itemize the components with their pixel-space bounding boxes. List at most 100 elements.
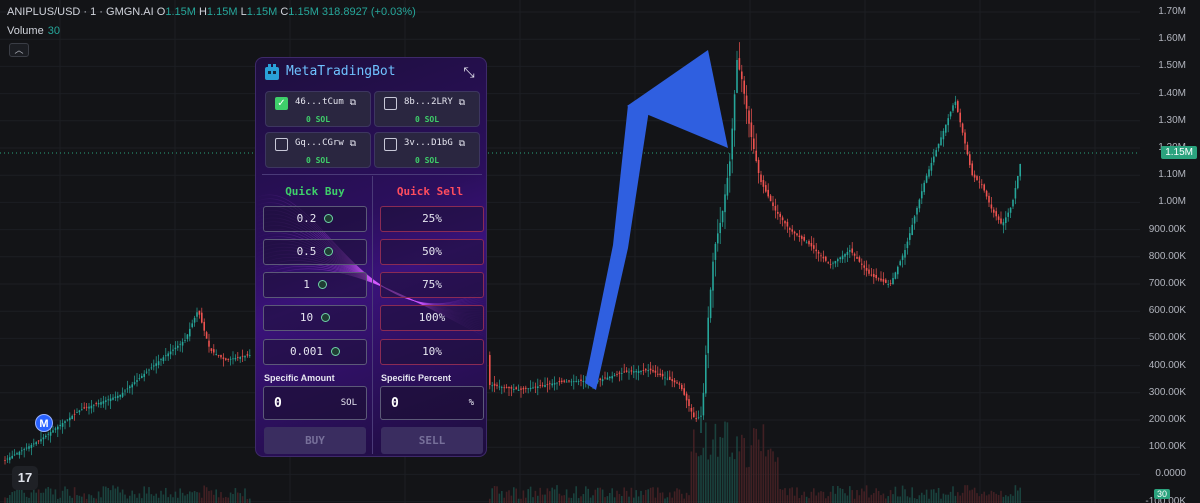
current-price-tag: 1.15M [1161, 146, 1197, 159]
volume-bar [527, 489, 529, 503]
quick-buy-button[interactable]: 1 [263, 272, 367, 298]
volume-bar [21, 489, 23, 503]
candle-body [798, 235, 801, 238]
volume-bar [971, 489, 973, 503]
minimize-button[interactable]: ⤡ [461, 64, 477, 80]
candlestick-chart[interactable] [0, 0, 1200, 503]
candle-body [201, 312, 203, 323]
volume-bar [181, 492, 184, 503]
volume-bar [1012, 495, 1014, 503]
wallet-card[interactable]: 3v...D1bG ⧉ 0 SOL [374, 132, 480, 168]
volume-bar [798, 498, 801, 503]
volume-bar [37, 489, 40, 503]
candle-body [678, 383, 681, 385]
candle-body [822, 256, 825, 259]
marker-badge[interactable]: M [35, 414, 53, 432]
volume-bar [745, 467, 748, 503]
candle-body [493, 383, 496, 386]
volume-bar [688, 495, 690, 503]
specific-percent-input[interactable]: 0 % [380, 386, 484, 420]
specific-amount-input[interactable]: 0 SOL [263, 386, 367, 420]
wallet-checkbox[interactable] [384, 97, 397, 110]
candle-body [937, 143, 940, 149]
tradingview-logo[interactable]: 17 [12, 466, 38, 490]
volume-bar [126, 498, 129, 503]
volume-bar [513, 487, 515, 503]
candle-body [623, 371, 625, 373]
volume-bar [753, 428, 755, 503]
volume-bar [563, 495, 565, 503]
volume-bar [916, 498, 918, 503]
candle-body [496, 384, 498, 387]
candle-body [177, 345, 179, 348]
copy-icon[interactable]: ⧉ [459, 97, 465, 108]
copy-icon[interactable]: ⧉ [350, 138, 356, 149]
volume-bar [945, 494, 947, 503]
volume-bar [234, 488, 237, 503]
wallet-card[interactable]: Gq...CGrw ⧉ 0 SOL [265, 132, 371, 168]
candle-body [724, 194, 726, 213]
quick-sell-button[interactable]: 25% [380, 206, 484, 232]
candle-body [661, 373, 664, 377]
quick-buy-button[interactable]: 0.001 [263, 339, 367, 365]
volume-bar [124, 494, 126, 503]
quick-buy-button[interactable]: 10 [263, 305, 367, 331]
buy-amount: 10 [299, 311, 314, 324]
candle-body [580, 379, 582, 381]
copy-icon[interactable]: ⧉ [350, 97, 356, 108]
candle-body [832, 262, 834, 264]
price-axis-label: 600.00K [1148, 305, 1186, 317]
volume-bar [49, 488, 52, 503]
price-axis-label: 1.50M [1158, 60, 1186, 72]
candle-body [501, 386, 503, 388]
quick-buy-button[interactable]: 0.2 [263, 206, 367, 232]
candle-body [131, 384, 133, 388]
volume-bar [232, 493, 234, 503]
candle-body [6, 458, 9, 460]
price-chart[interactable] [0, 0, 1200, 503]
volume-bar [83, 493, 85, 503]
wallet-card[interactable]: 8b...2LRY ⧉ 0 SOL [374, 91, 480, 127]
volume-bar [186, 494, 189, 503]
candle-body [85, 406, 88, 408]
quick-sell-button[interactable]: 100% [380, 305, 484, 331]
volume-bar [633, 497, 635, 503]
wallet-checkbox[interactable]: ✓ [275, 97, 288, 110]
candle-body [877, 278, 880, 280]
volume-bar [793, 495, 796, 503]
volume-bar [577, 498, 580, 503]
candle-body [949, 111, 952, 117]
volume-bar [630, 487, 633, 503]
wallet-card[interactable]: ✓ 46...tCum ⧉ 0 SOL [265, 91, 371, 127]
candle-body [186, 334, 189, 339]
volume-bar [13, 491, 16, 503]
candle-body [83, 407, 85, 409]
candle-body [918, 199, 921, 209]
candle-body [729, 161, 731, 176]
volume-bar [1005, 495, 1007, 503]
quick-buy-button[interactable]: 0.5 [263, 239, 367, 265]
wallet-checkbox[interactable] [384, 138, 397, 151]
wallet-checkbox[interactable] [275, 138, 288, 151]
sell-button[interactable]: SELL [381, 427, 483, 454]
copy-icon[interactable]: ⧉ [459, 138, 465, 149]
quick-sell-button[interactable]: 50% [380, 239, 484, 265]
quick-sell-button[interactable]: 75% [380, 272, 484, 298]
quick-sell-button[interactable]: 10% [380, 339, 484, 365]
candle-body [762, 180, 765, 187]
volume-bar [599, 487, 601, 503]
volume-bar [42, 492, 45, 503]
candle-body [129, 386, 131, 389]
bot-title: MetaTradingBot [286, 64, 396, 79]
collapse-legend-button[interactable]: ︿ [9, 43, 29, 57]
candle-body [894, 272, 897, 279]
candle-body [813, 245, 815, 249]
price-axis-label: 200.00K [1148, 414, 1186, 425]
volume-bar [1019, 487, 1021, 503]
volume-bar [193, 491, 196, 503]
volume-bar [249, 498, 251, 503]
volume-bar [805, 496, 808, 503]
volume-bar [990, 490, 993, 503]
volume-bar [978, 496, 981, 503]
buy-button[interactable]: BUY [264, 427, 366, 454]
